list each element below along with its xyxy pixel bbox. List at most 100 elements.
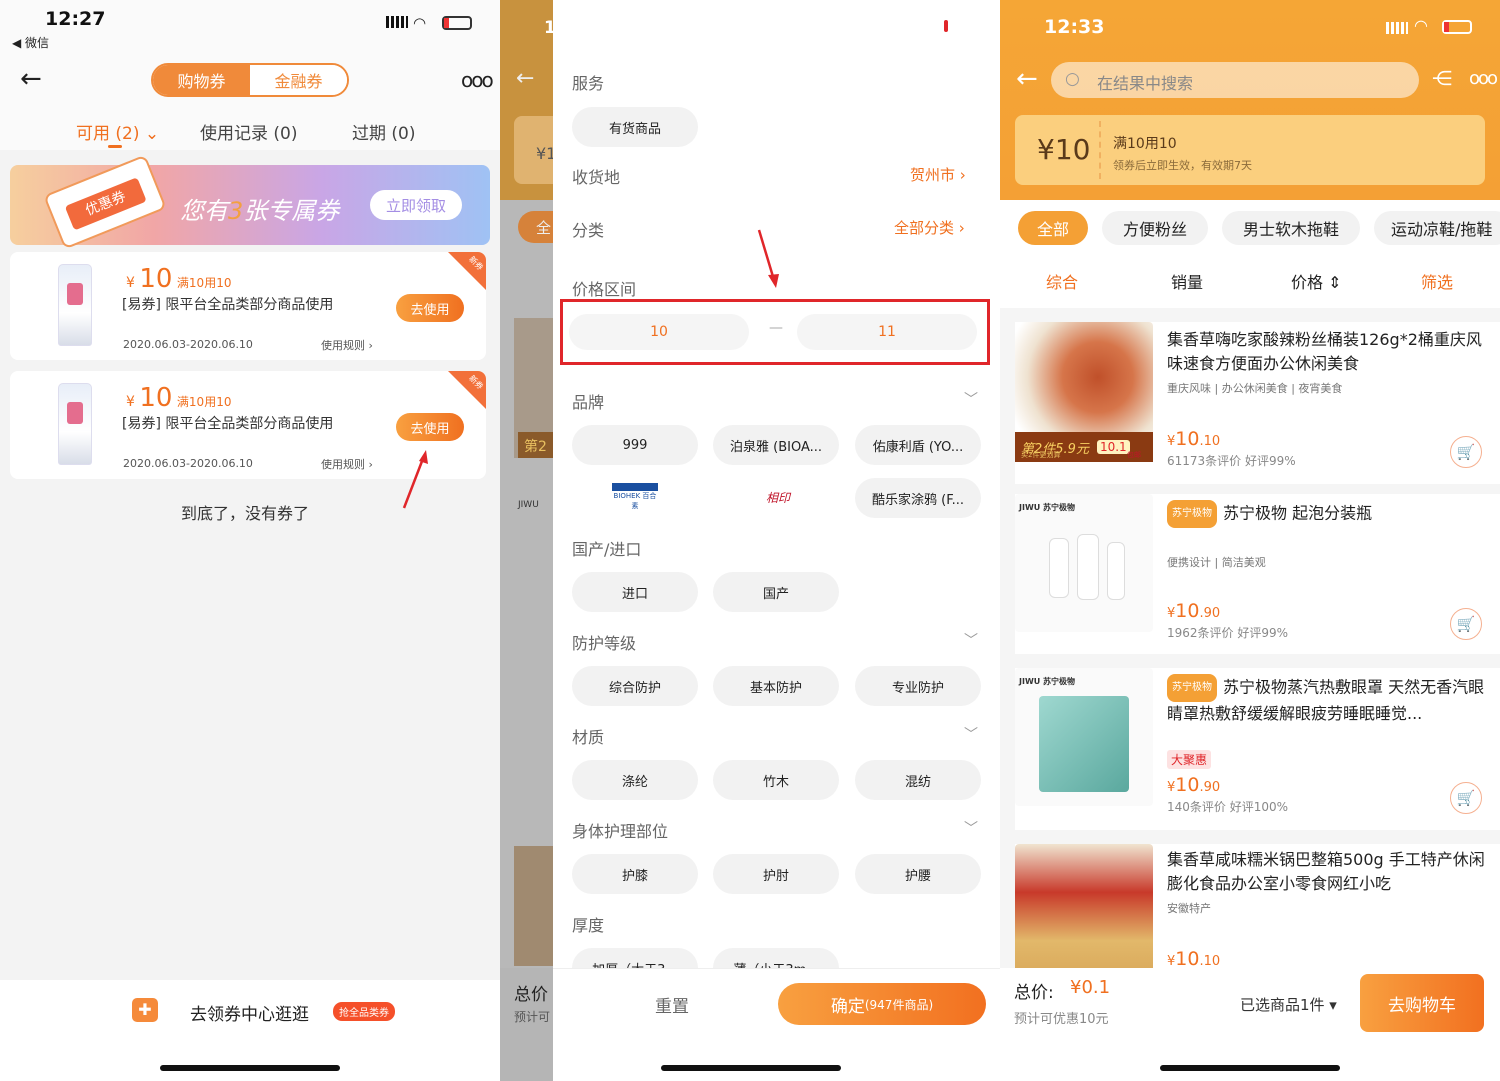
add-to-cart-icon[interactable]: 🛒 <box>1450 782 1482 814</box>
claim-now-button[interactable]: 立即领取 <box>370 190 462 220</box>
chip-protection[interactable]: 专业防护 <box>855 666 981 706</box>
background-page-overlay[interactable]: 1 ← ¥1 全 第2 JIWU 总价 预计可 <box>500 0 556 1081</box>
badge-suning: 苏宁极物 <box>1167 500 1217 528</box>
usage-rules-link[interactable]: 使用规则 › <box>321 456 373 472</box>
product-title[interactable]: 苏宁极物 苏宁极物蒸汽热敷眼罩 天然无香汽眼睛罩热敷舒缓缓解眼疲劳睡眠睡觉... <box>1167 674 1487 726</box>
chip-brand[interactable]: 佑康利盾 (YO... <box>855 425 981 465</box>
product-card[interactable]: 第2件5.9元 10.1 买2件更划算 包邮 集香草嗨吃家酸辣粉丝桶装126g*… <box>1015 322 1500 484</box>
chip-brand[interactable]: 泊泉雅 (BIOA... <box>713 425 839 465</box>
category-tab[interactable]: 方便粉丝 <box>1102 211 1208 245</box>
behind-coupon: ¥1 <box>514 116 553 184</box>
search-placeholder: 在结果中搜索 <box>1097 74 1194 93</box>
selected-items[interactable]: 已选商品1件 ▾ <box>1240 994 1337 1015</box>
back-to-app[interactable]: ◀ 微信 <box>12 34 49 51</box>
product-price: ¥10.90 <box>1167 600 1221 622</box>
chip-protection[interactable]: 综合防护 <box>572 666 698 706</box>
chip-material[interactable]: 竹木 <box>713 760 839 800</box>
use-coupon-button[interactable]: 去使用 <box>396 294 464 322</box>
sort-comprehensive[interactable]: 综合 <box>1046 269 1078 293</box>
promo-tag: 大聚惠 <box>1167 750 1212 769</box>
more-icon[interactable]: ooo <box>461 68 494 92</box>
behind-category: 全 <box>518 211 553 243</box>
product-card[interactable]: JIWU 苏宁极物 苏宁极物 苏宁极物蒸汽热敷眼罩 天然无香汽眼睛罩热敷舒缓缓解眼… <box>1015 668 1500 830</box>
search-input[interactable]: ○ 在结果中搜索 <box>1051 62 1419 98</box>
brand-logo-xiangyin[interactable]: 相印 <box>755 485 801 511</box>
end-of-list-text: 到底了，没有券了 <box>181 504 310 523</box>
total-price: ¥0.1 <box>1070 977 1111 998</box>
add-to-cart-icon[interactable]: 🛒 <box>1450 436 1482 468</box>
product-card[interactable]: JIWU 苏宁极物 苏宁极物 苏宁极物 起泡分装瓶 便携设计 | 简洁美观 ¥10… <box>1015 494 1500 654</box>
tab-history[interactable]: 使用记录 (0) <box>200 119 297 144</box>
chip-body-part[interactable]: 护腰 <box>855 854 981 894</box>
brand-logo: JIWU 苏宁极物 <box>1019 503 1076 512</box>
category-tab[interactable]: 男士软木拖鞋 <box>1222 211 1360 245</box>
product-image <box>1015 844 1153 968</box>
chip-protection[interactable]: 基本防护 <box>713 666 839 706</box>
signal-icon <box>1386 22 1408 34</box>
bottle-shape <box>1107 542 1125 600</box>
coupon-center-link[interactable]: 去领券中心逛逛 <box>190 1000 309 1025</box>
product-title[interactable]: 苏宁极物 苏宁极物 起泡分装瓶 <box>1167 500 1487 528</box>
category-selector[interactable]: 全部分类 › <box>894 217 965 238</box>
more-icon[interactable]: ooo <box>1469 68 1498 89</box>
ship-to-selector[interactable]: 贺州市 › <box>910 164 966 185</box>
behind-logo: JIWU <box>518 500 539 510</box>
behind-total: 总价 <box>514 985 548 1005</box>
category-tab[interactable]: 运动凉鞋/拖鞋 <box>1374 211 1500 245</box>
brand-expand-chevron-icon[interactable]: ﹀ <box>964 389 978 409</box>
status-battery-icon <box>944 20 948 32</box>
product-card[interactable]: 集香草咸味糯米锅巴整箱500g 手工特产休闲膨化食品办公室小零食网红小吃 安徽特… <box>1015 844 1500 968</box>
chip-material[interactable]: 混纺 <box>855 760 981 800</box>
product-reviews: 61173条评价 好评99% <box>1167 454 1296 468</box>
protection-expand-chevron-icon[interactable]: ﹀ <box>964 630 978 650</box>
product-title[interactable]: 集香草嗨吃家酸辣粉丝桶装126g*2桶重庆风味速食方便面办公休闲美食 <box>1167 328 1487 376</box>
usage-rules-link[interactable]: 使用规则 › <box>321 337 373 353</box>
chip-body-part[interactable]: 护肘 <box>713 854 839 894</box>
use-coupon-button[interactable]: 去使用 <box>396 413 464 441</box>
chip-in-stock[interactable]: 有货商品 <box>572 107 698 147</box>
tab-finance-coupon[interactable]: 金融券 <box>250 65 347 95</box>
section-ship-to: 收货地 <box>572 168 621 187</box>
coupon-stamp-image: 优惠券 <box>43 154 167 250</box>
price-min-input[interactable]: 10 <box>569 314 749 350</box>
filter-button[interactable]: 筛选 <box>1421 269 1453 293</box>
section-category: 分类 <box>572 221 605 240</box>
tab-available[interactable]: 可用 (2) ⌄ <box>76 119 159 144</box>
back-arrow-icon[interactable]: ← <box>20 64 42 94</box>
body-part-expand-chevron-icon[interactable]: ﹀ <box>964 818 978 838</box>
share-icon[interactable]: ⋲ <box>1432 66 1452 90</box>
sort-price[interactable]: 价格 ⇕ <box>1291 269 1342 293</box>
signal-icon <box>386 16 408 28</box>
back-arrow-icon[interactable]: ← <box>1016 64 1038 94</box>
promo-banner[interactable]: 优惠券 您有3张专属券 立即领取 <box>10 154 490 250</box>
go-to-cart-button[interactable]: 去购物车 <box>1360 974 1484 1032</box>
sort-sales[interactable]: 销量 <box>1171 269 1203 293</box>
product-title[interactable]: 集香草咸味糯米锅巴整箱500g 手工特产休闲膨化食品办公室小零食网红小吃 <box>1167 848 1487 896</box>
reset-button[interactable]: 重置 <box>567 983 777 1025</box>
chip-brand[interactable]: 酷乐家涂鸦 (F... <box>855 478 981 518</box>
chip-body-part[interactable]: 护膝 <box>572 854 698 894</box>
confirm-button[interactable]: 确定 (947件商品) <box>778 983 986 1025</box>
chip-imported[interactable]: 进口 <box>572 572 698 612</box>
coupon-note: 领券后立即生效，有效期7天 <box>1113 159 1252 172</box>
product-image: JIWU 苏宁极物 <box>1015 668 1153 806</box>
material-expand-chevron-icon[interactable]: ﹀ <box>964 724 978 744</box>
coupon-center-tag: 抢全品类券 <box>333 1002 395 1021</box>
filter-drawer: 服务 有货商品 收货地 贺州市 › 分类 全部分类 › 价格区间 10 — 11… <box>553 0 1000 1081</box>
brand-logo-biohek[interactable]: BIOHEK 百合素 <box>612 483 658 513</box>
chip-domestic[interactable]: 国产 <box>713 572 839 612</box>
annotation-arrow-icon <box>402 450 428 509</box>
category-tab-all[interactable]: 全部 <box>1018 211 1088 245</box>
add-to-cart-icon[interactable]: 🛒 <box>1450 608 1482 640</box>
product-thumbnail <box>58 264 92 346</box>
wifi-icon: ◠ <box>1414 16 1428 35</box>
tab-shopping-coupon[interactable]: 购物券 <box>153 65 250 95</box>
tab-expired[interactable]: 过期 (0) <box>352 119 415 144</box>
price-max-input[interactable]: 11 <box>797 314 977 350</box>
bottle-shape <box>1049 538 1069 598</box>
chip-brand[interactable]: 999 <box>572 425 698 465</box>
chip-material[interactable]: 涤纶 <box>572 760 698 800</box>
promo-sub-2: 包邮 <box>1127 451 1141 459</box>
behind-back-icon: ← <box>516 66 535 91</box>
store-coupon[interactable]: ¥10 满10用10 领券后立即生效，有效期7天 <box>1015 115 1485 185</box>
